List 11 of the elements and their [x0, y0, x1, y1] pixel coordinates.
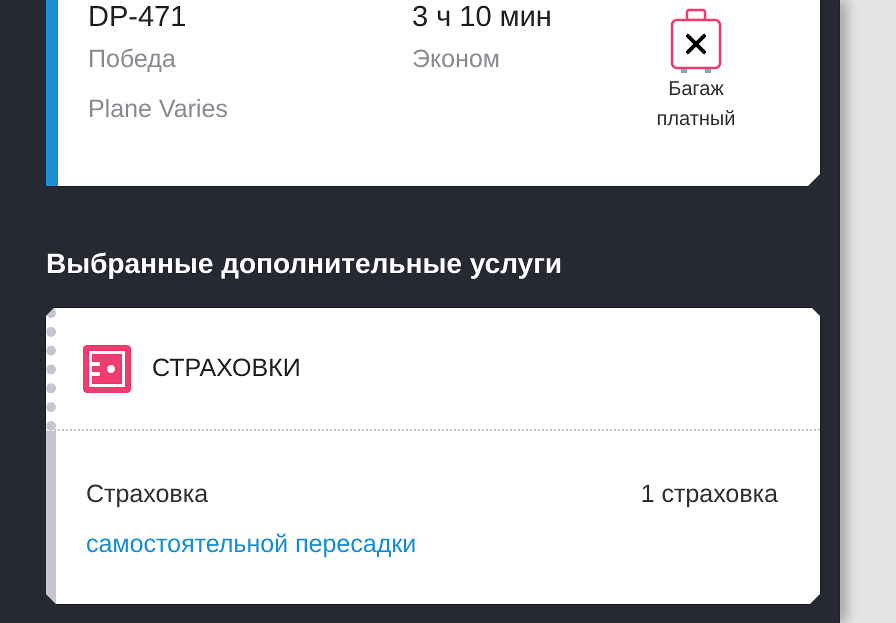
airline-name: Победа [88, 44, 177, 75]
service-title: СТРАХОВКИ [152, 352, 301, 384]
section-heading: Выбранные дополнительные услуги [46, 247, 564, 281]
service-count: 1 страховка [640, 479, 778, 510]
flight-duration: 3 ч 10 мин [412, 0, 553, 34]
flight-number: DP-471 [88, 0, 188, 34]
cabin-class: Эконом [412, 44, 501, 75]
baggage-label: Багаж платный [656, 77, 736, 132]
service-description: Страховка самостоятельной пересадки [86, 479, 418, 560]
service-link[interactable]: самостоятельной пересадки [86, 530, 416, 558]
aircraft-type: Plane Varies [88, 94, 229, 125]
